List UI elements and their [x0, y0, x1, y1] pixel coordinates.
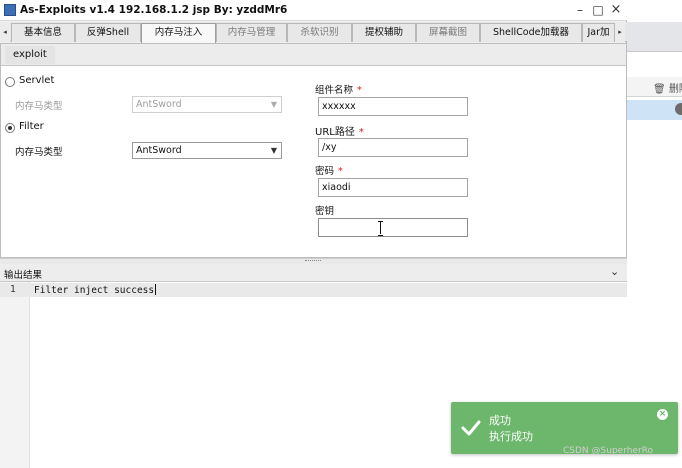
line-number: 1	[10, 284, 16, 295]
output-line: Filter inject success	[34, 284, 157, 296]
required-mark: *	[338, 166, 343, 177]
servlet-type-value: AntSword	[136, 99, 182, 110]
filter-type-value: AntSword	[136, 145, 182, 156]
secret-key-label: 密钥	[315, 206, 335, 217]
servlet-type-select[interactable]: AntSword ▼	[132, 96, 282, 113]
password-label: 密码 *	[315, 166, 343, 177]
title-bar: As-Exploits v1.4 192.168.1.2 jsp By: yzd…	[0, 0, 627, 21]
tab-bar: ◂ 基本信息 反弹Shell 内存马注入 内存马管理 杀软识别 提权辅助 屏幕截…	[0, 22, 627, 43]
toast-title: 成功	[489, 414, 511, 427]
plugin-window: As-Exploits v1.4 192.168.1.2 jsp By: yzd…	[0, 0, 627, 468]
text-cursor-icon	[378, 221, 384, 236]
tab-scroll-right-icon[interactable]: ▸	[615, 22, 625, 42]
output-title: 输出结果	[4, 270, 43, 281]
component-name-input[interactable]: xxxxxx	[318, 97, 468, 116]
close-button[interactable]: ×	[609, 3, 623, 17]
delete-button[interactable]: 🗑 删除	[653, 80, 682, 95]
background-app: 🗑 删除	[626, 0, 682, 468]
secret-key-input[interactable]	[318, 218, 468, 237]
filter-type-label: 内存马类型	[15, 147, 63, 158]
splitter-grip-icon[interactable]	[305, 260, 321, 262]
tab-antivirus-detect[interactable]: 杀软识别	[287, 23, 352, 42]
tab-screenshot[interactable]: 屏幕截图	[416, 23, 480, 42]
checkmark-icon	[461, 420, 481, 436]
chevron-down-icon: ▼	[270, 146, 277, 155]
password-input[interactable]: xiaodi	[318, 178, 468, 197]
tab-memshell-inject[interactable]: 内存马注入	[141, 23, 216, 43]
section-header: exploit	[1, 44, 626, 66]
tab-shellcode-loader[interactable]: ShellCode加载器	[480, 23, 582, 42]
chevron-down-icon: ▼	[270, 100, 277, 109]
filter-label: Filter	[19, 121, 44, 132]
tab-memshell-manage[interactable]: 内存马管理	[216, 23, 287, 42]
tab-jar-loader[interactable]: Jar加	[582, 23, 615, 42]
url-path-label: URL路径 *	[315, 127, 364, 138]
required-mark: *	[358, 127, 364, 138]
line-number-gutter	[0, 282, 30, 468]
app-icon	[4, 4, 16, 16]
servlet-type-label: 内存马类型	[15, 101, 63, 112]
url-path-input[interactable]: /xy	[318, 138, 468, 157]
toast-close-icon[interactable]: ×	[657, 409, 668, 420]
background-selected-row[interactable]	[627, 100, 682, 120]
filter-radio[interactable]	[5, 123, 15, 133]
delete-label: 删除	[668, 84, 682, 95]
toast-message: 执行成功	[489, 430, 533, 443]
component-name-label: 组件名称 *	[315, 85, 362, 96]
watermark: CSDN @SuperherRo	[563, 446, 654, 456]
background-row-icon	[675, 103, 682, 115]
chevron-down-icon[interactable]: ⌄	[610, 265, 619, 278]
required-mark: *	[357, 85, 362, 96]
window-title: As-Exploits v1.4 192.168.1.2 jsp By: yzd…	[20, 4, 288, 16]
tab-reverse-shell[interactable]: 反弹Shell	[75, 23, 141, 42]
tab-privilege-escalation[interactable]: 提权辅助	[352, 23, 416, 42]
tab-scroll-left-icon[interactable]: ◂	[0, 22, 10, 42]
filter-type-select[interactable]: AntSword ▼	[132, 142, 282, 159]
output-header: 输出结果 ⌄	[0, 264, 627, 282]
servlet-radio[interactable]	[5, 77, 15, 87]
text-caret	[155, 284, 157, 295]
section-title: exploit	[5, 46, 55, 64]
background-toolbar	[627, 22, 682, 52]
tab-basic-info[interactable]: 基本信息	[11, 23, 75, 42]
maximize-button[interactable]: □	[591, 3, 605, 17]
servlet-label: Servlet	[19, 75, 55, 86]
minimize-button[interactable]: –	[573, 3, 587, 17]
exploit-panel: exploit Servlet 内存马类型 AntSword ▼ Filter …	[0, 43, 627, 258]
